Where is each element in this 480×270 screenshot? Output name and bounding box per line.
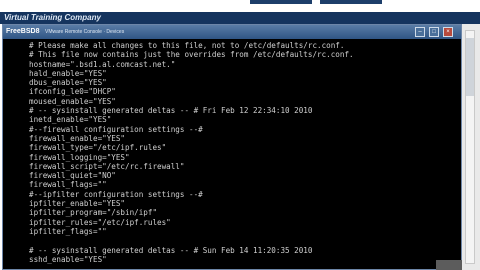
close-icon[interactable]: ×	[443, 27, 453, 37]
terminal-line: ipfilter_program="/sbin/ipf"	[29, 208, 158, 218]
corner-tag	[436, 260, 462, 270]
terminal-text: # Please make all changes to this file, …	[29, 41, 354, 264]
terminal-line: firewall_type="/etc/ipf.rules"	[29, 143, 167, 153]
terminal-line: # -- sysinstall generated deltas -- # Su…	[29, 245, 313, 255]
terminal-line: # Please make all changes to this file, …	[29, 41, 345, 50]
terminal-line: firewall_enable="YES"	[29, 133, 126, 143]
terminal-line: # -- sysinstall generated deltas -- # Fr…	[29, 106, 313, 116]
terminal-line: sshd_enable="YES"	[29, 254, 107, 264]
terminal-line: #--ipfilter configuration settings --#	[29, 189, 203, 199]
header-band	[0, 0, 480, 12]
terminal-line: ifconfig_le0="DHCP"	[29, 87, 116, 97]
header-decoration	[250, 0, 312, 4]
window-title: FreeBSD8	[6, 28, 40, 35]
terminal-line: ipfilter_rules="/etc/ipf.rules"	[29, 217, 171, 227]
terminal-line: ipfilter_flags=""	[29, 226, 107, 236]
terminal-line: hald_enable="YES"	[29, 68, 107, 78]
scrollbar-thumb[interactable]	[466, 38, 474, 96]
window-titlebar[interactable]: FreeBSD8 VMware Remote Console · Devices…	[3, 25, 461, 39]
terminal-line: ipfilter_enable="YES"	[29, 199, 126, 209]
terminal-line: firewall_flags=""	[29, 180, 107, 190]
window-menu[interactable]: VMware Remote Console · Devices	[45, 25, 124, 39]
header-decoration	[320, 0, 382, 4]
terminal-line: dbus_enable="YES"	[29, 78, 107, 88]
terminal-line: firewall_logging="YES"	[29, 152, 130, 162]
terminal-line: #--firewall configuration settings --#	[29, 124, 203, 134]
terminal-line: moused_enable="YES"	[29, 96, 116, 106]
maximize-icon[interactable]: □	[429, 27, 439, 37]
terminal-line: # This file now contains just the overri…	[29, 50, 354, 60]
terminal-line: inetd_enable="YES"	[29, 115, 112, 125]
console-window: FreeBSD8 VMware Remote Console · Devices…	[2, 24, 462, 270]
terminal-line: hostname=".bsd1.al.comcast.net."	[29, 59, 176, 69]
minimize-icon[interactable]: –	[415, 27, 425, 37]
terminal-line: firewall_script="/etc/rc.firewall"	[29, 161, 185, 171]
terminal-screen[interactable]: # Please make all changes to this file, …	[3, 39, 461, 269]
brand-name: Virtual Training Company	[4, 13, 101, 22]
terminal-line: firewall_quiet="NO"	[29, 171, 116, 181]
